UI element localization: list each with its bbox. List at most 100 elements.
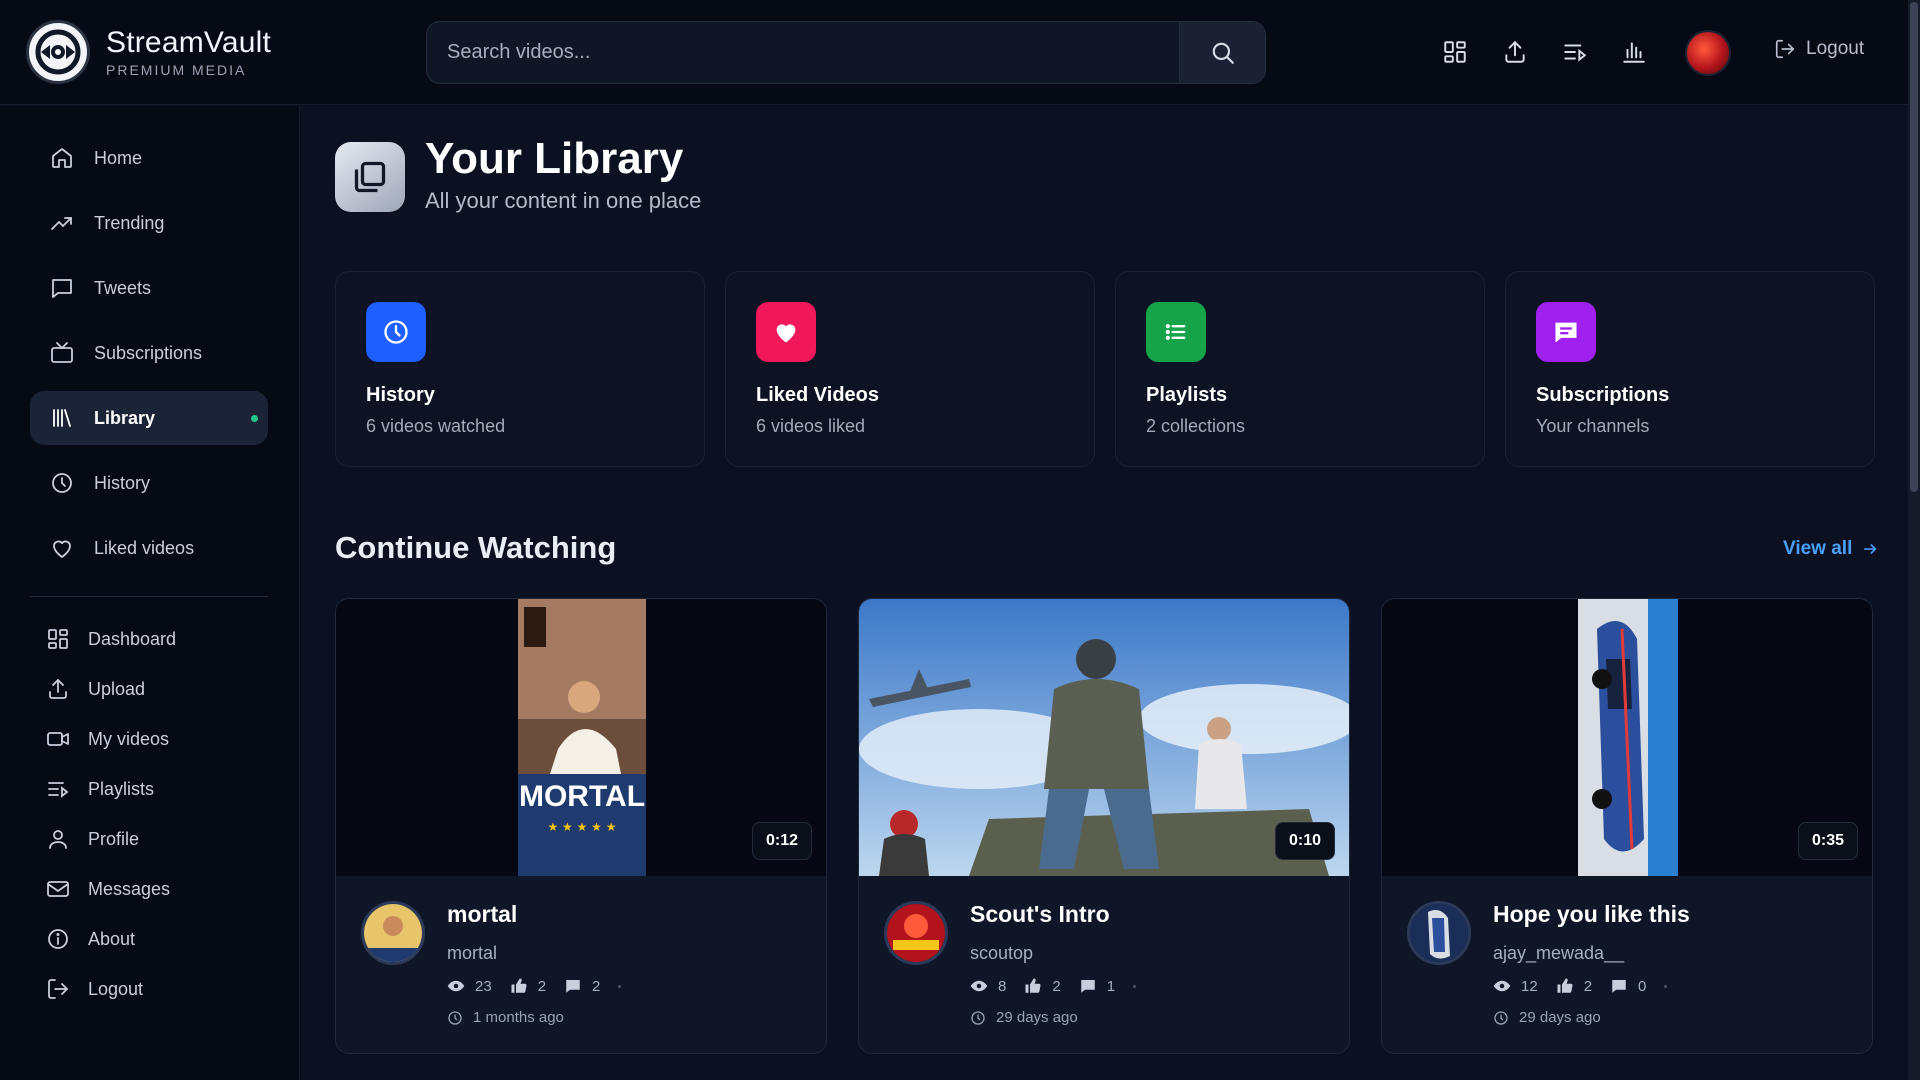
view-all-link[interactable]: View all (1783, 538, 1878, 560)
trending-icon (48, 209, 76, 237)
sidebar-item-label: My videos (88, 728, 170, 749)
like-count: 2 (1583, 977, 1593, 995)
comment-count: 1 (1106, 977, 1116, 995)
logo-icon (26, 20, 90, 84)
channel-avatar[interactable] (1407, 901, 1471, 965)
playlist-icon (44, 775, 72, 803)
sidebar-item-label: Trending (94, 212, 165, 233)
sidebar-item-label: Profile (88, 828, 140, 849)
sidebar-item-library[interactable]: Library (30, 391, 268, 445)
sidebar-item-label: Dashboard (88, 628, 177, 649)
thumbs-up-icon (1557, 978, 1573, 993)
logout-button[interactable]: Logout (1774, 38, 1864, 60)
library-icon (48, 404, 76, 432)
search-button[interactable] (1179, 22, 1265, 83)
sidebar-item-my-videos[interactable]: My videos (30, 719, 268, 759)
library-icon (335, 142, 405, 212)
sidebar-item-label: History (94, 472, 151, 493)
page-title: Your Library (425, 134, 684, 183)
dashboard-button[interactable] (1439, 36, 1471, 68)
video-title[interactable]: Scout's Intro (970, 901, 1110, 928)
comment-count: 0 (1638, 977, 1647, 995)
stat-card-history[interactable]: History 6 videos watched (335, 271, 705, 467)
sidebar-item-tweets[interactable]: Tweets (30, 261, 268, 315)
sidebar-item-dashboard[interactable]: Dashboard (30, 619, 268, 659)
video-thumbnail[interactable]: MORTAL ★ ★ ★ ★ ★ 0:12 (336, 599, 826, 876)
sidebar-item-label: Messages (88, 878, 171, 899)
time-ago: 29 days ago (1519, 1009, 1601, 1026)
sidebar-item-label: Home (94, 147, 143, 168)
stat-subtitle: Your channels (1536, 416, 1650, 436)
stat-card-liked-videos[interactable]: Liked Videos 6 videos liked (725, 271, 1095, 467)
time-ago: 1 months ago (473, 1009, 564, 1026)
sidebar-divider (30, 596, 268, 597)
channel-name[interactable]: ajay_mewada__ (1493, 943, 1624, 964)
clock-icon (448, 1010, 462, 1025)
sidebar-item-subscriptions[interactable]: Subscriptions (30, 326, 268, 380)
sidebar-item-label: Logout (88, 978, 144, 999)
video-thumbnail[interactable]: 0:10 (859, 599, 1349, 876)
playlists-button[interactable] (1559, 36, 1591, 68)
logout-label: Logout (1806, 38, 1865, 59)
video-title[interactable]: mortal (447, 901, 517, 928)
clock-icon (366, 302, 426, 362)
video-thumbnail[interactable]: 0:35 (1382, 599, 1872, 876)
grid-icon (44, 625, 72, 653)
search-bar (426, 21, 1266, 84)
search-input[interactable] (427, 22, 1179, 83)
brand[interactable]: StreamVault PREMIUM MEDIA (26, 20, 426, 84)
clock-icon (1494, 1010, 1508, 1025)
stat-title: Playlists (1146, 384, 1228, 406)
sidebar-item-label: Tweets (94, 277, 152, 298)
scrollbar[interactable] (1908, 0, 1920, 1080)
logout-icon (1775, 39, 1795, 59)
sidebar-item-label: Liked videos (94, 537, 195, 558)
stat-card-subscriptions[interactable]: Subscriptions Your channels (1505, 271, 1875, 467)
video-stats: 8 2 1 (970, 977, 1137, 995)
video-card[interactable]: 0:10 Scout's Intro scoutop 8 2 1 29 days… (858, 598, 1350, 1054)
channel-name[interactable]: scoutop (970, 943, 1033, 964)
scrollbar-thumb[interactable] (1910, 2, 1918, 492)
active-indicator (251, 415, 258, 422)
time-ago: 29 days ago (996, 1009, 1078, 1026)
channel-avatar[interactable] (884, 901, 948, 965)
upload-icon (1505, 40, 1525, 63)
avatar[interactable] (1685, 30, 1731, 76)
playlist-icon (1564, 44, 1587, 62)
sidebar-item-playlists[interactable]: Playlists (30, 769, 268, 809)
sidebar-item-liked-videos[interactable]: Liked videos (30, 521, 268, 575)
upload-button[interactable] (1499, 36, 1531, 68)
channel-avatar[interactable] (361, 901, 425, 965)
sidebar-item-logout[interactable]: Logout (30, 969, 268, 1009)
svg-text:MORTAL: MORTAL (519, 780, 645, 813)
mail-icon (44, 875, 72, 903)
sidebar-item-profile[interactable]: Profile (30, 819, 268, 859)
video-stats: 23 2 2 (447, 977, 622, 995)
heart-icon (756, 302, 816, 362)
sidebar-item-trending[interactable]: Trending (30, 196, 268, 250)
video-card[interactable]: MORTAL ★ ★ ★ ★ ★ 0:12 mortal mortal 23 2… (335, 598, 827, 1054)
home-icon (48, 144, 76, 172)
sidebar-item-upload[interactable]: Upload (30, 669, 268, 709)
user-icon (44, 825, 72, 853)
sidebar-item-messages[interactable]: Messages (30, 869, 268, 909)
section-title: Continue Watching (335, 530, 617, 565)
stat-card-playlists[interactable]: Playlists 2 collections (1115, 271, 1485, 467)
sidebar-item-history[interactable]: History (30, 456, 268, 510)
video-title[interactable]: Hope you like this (1493, 901, 1690, 928)
comment-icon (1612, 980, 1626, 993)
upload-icon (44, 675, 72, 703)
thumbs-up-icon (1025, 978, 1041, 993)
channel-name[interactable]: mortal (447, 943, 497, 964)
sidebar-item-about[interactable]: About (30, 919, 268, 959)
sidebar-item-label: About (88, 928, 136, 949)
video-duration: 0:35 (1797, 822, 1858, 860)
stats-button[interactable] (1618, 36, 1650, 68)
logout-icon (44, 975, 72, 1003)
stat-title: Subscriptions (1536, 384, 1670, 406)
message-icon (48, 274, 76, 302)
stat-subtitle: 6 videos watched (366, 416, 506, 436)
video-card[interactable]: 0:35 Hope you like this ajay_mewada__ 12… (1381, 598, 1873, 1054)
sidebar-item-home[interactable]: Home (30, 131, 268, 185)
sidebar-item-label: Subscriptions (94, 342, 203, 363)
